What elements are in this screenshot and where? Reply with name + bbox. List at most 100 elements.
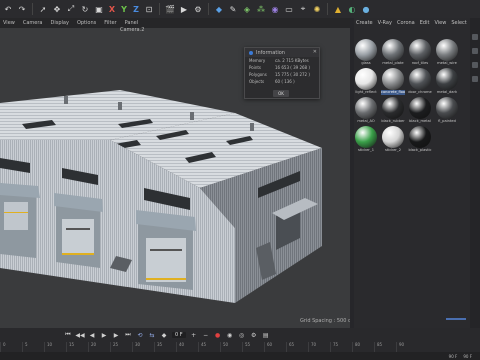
timeline-tick: 50 xyxy=(220,342,242,352)
viewport-menu-display[interactable]: Display xyxy=(51,20,69,26)
material-label: light_reflect xyxy=(355,90,377,94)
material-menu-item[interactable]: Corona xyxy=(397,20,415,26)
ok-button[interactable]: OK xyxy=(273,90,289,97)
timeline-tick: 40 xyxy=(176,342,198,352)
material-swatch[interactable]: roof_tiles xyxy=(408,39,432,66)
tag-icon[interactable]: ◐ xyxy=(346,3,358,15)
scale-icon[interactable]: ⤢ xyxy=(65,3,77,15)
pen-icon[interactable]: ✎ xyxy=(227,3,239,15)
material-swatch[interactable]: metal_dark xyxy=(435,68,459,95)
render-icon[interactable]: ▶ xyxy=(178,3,190,15)
coordinate-system-icon[interactable]: ⊡ xyxy=(143,3,155,15)
sphere-icon[interactable]: ● xyxy=(360,3,372,15)
timeline-panel: ⏮ ◀◀ ◀ ▶ ▶ ⏭ ⟲ ⇆ ◆ 0 F + − ● ◉ ◎ ⚙ ▤ 051… xyxy=(0,328,480,352)
material-label: roof_tiles xyxy=(411,61,429,65)
y-axis-toggle[interactable]: Y xyxy=(119,3,129,15)
material-swatch[interactable]: black_metal xyxy=(408,97,432,124)
viewport-menu: View Camera Display Options Filter Panel xyxy=(0,18,350,28)
render-view-icon[interactable]: 🎬 xyxy=(164,3,176,15)
material-swatch[interactable]: metal_AO xyxy=(354,97,378,124)
material-swatch[interactable]: sticker_2 xyxy=(381,126,405,153)
material-menu-item[interactable]: Select xyxy=(451,20,466,26)
keyframe-selection-icon[interactable]: ◎ xyxy=(238,331,246,339)
previous-frame-icon[interactable]: ◀ xyxy=(88,331,96,339)
viewport-menu-options[interactable]: Options xyxy=(77,20,96,26)
material-swatch[interactable]: door_chrome xyxy=(408,68,432,95)
layers-tab-icon[interactable] xyxy=(472,48,478,54)
next-frame-icon[interactable]: ▶ xyxy=(112,331,120,339)
undo-icon[interactable]: ↶ xyxy=(2,3,14,15)
thumbnail-size-slider[interactable] xyxy=(446,318,466,320)
redo-icon[interactable]: ↷ xyxy=(16,3,28,15)
move-icon[interactable]: ✥ xyxy=(51,3,63,15)
go-to-start-icon[interactable]: ⏮ xyxy=(64,331,72,339)
cinema4d-logo-icon xyxy=(249,50,253,55)
timeline-tick: 75 xyxy=(330,342,352,352)
material-menu-item[interactable]: View xyxy=(434,20,446,26)
current-frame-field[interactable]: 0 F xyxy=(172,332,186,338)
end-frame-field[interactable]: 90 F xyxy=(449,354,458,359)
info-value: 16 653 ( 39 268 ) xyxy=(275,65,310,70)
timeline-tick: 85 xyxy=(374,342,396,352)
info-key: Objects xyxy=(249,79,265,84)
timeline-view-icon[interactable]: ▤ xyxy=(262,331,270,339)
select-icon[interactable]: ➚ xyxy=(37,3,49,15)
timeline-ruler[interactable]: 0 5 10 15 20 25 30 35 40 45 50 55 60 65 70 75 80 85 90 xyxy=(0,342,480,352)
status-bar: 90 F 90 F xyxy=(0,352,480,360)
warning-icon[interactable]: ▲ xyxy=(332,3,344,15)
viewport-menu-panel[interactable]: Panel xyxy=(125,20,139,26)
material-manager: Create V-Ray Corona Edit View Select gla… xyxy=(354,18,470,328)
settings-icon[interactable]: ⚙ xyxy=(250,331,258,339)
material-swatch[interactable]: black_rubber xyxy=(381,97,405,124)
material-swatch[interactable]: glass xyxy=(354,39,378,66)
light-icon[interactable]: ✺ xyxy=(311,3,323,15)
viewport-menu-filter[interactable]: Filter xyxy=(104,20,116,26)
structure-tab-icon[interactable] xyxy=(472,62,478,68)
camera-icon[interactable]: ⌖ xyxy=(297,3,309,15)
material-preview-sphere xyxy=(409,97,431,119)
deformer-icon[interactable]: ◉ xyxy=(269,3,281,15)
floor-icon[interactable]: ▭ xyxy=(283,3,295,15)
material-swatch[interactable]: fl_painted xyxy=(435,97,459,124)
browser-tab-icon[interactable] xyxy=(472,76,478,82)
material-swatch[interactable]: sticker_1 xyxy=(354,126,378,153)
material-label: metal_wire xyxy=(437,61,457,65)
material-preview-sphere xyxy=(436,68,458,90)
remove-icon[interactable]: − xyxy=(202,331,210,339)
rotate-icon[interactable]: ↻ xyxy=(79,3,91,15)
keyframe-icon[interactable]: ◆ xyxy=(160,331,168,339)
material-swatch[interactable]: metal_wire xyxy=(435,39,459,66)
autokey-icon[interactable]: ◉ xyxy=(226,331,234,339)
viewport-menu-camera[interactable]: Camera xyxy=(23,20,43,26)
go-to-end-icon[interactable]: ⏭ xyxy=(124,331,132,339)
cube-icon[interactable]: ◆ xyxy=(213,3,225,15)
material-swatch[interactable]: concrete_floor xyxy=(381,68,405,95)
record-icon[interactable]: ● xyxy=(214,331,222,339)
info-key: Points xyxy=(249,65,262,70)
previous-key-icon[interactable]: ◀◀ xyxy=(75,331,84,339)
subdivide-icon[interactable]: ◈ xyxy=(241,3,253,15)
material-menu-item[interactable]: V-Ray xyxy=(378,20,392,26)
grid-spacing-label: Grid Spacing : 500 cm xyxy=(300,318,356,324)
material-menu-item[interactable]: Create xyxy=(356,20,373,26)
viewport-menu-view[interactable]: View xyxy=(3,20,15,26)
render-settings-icon[interactable]: ⚙ xyxy=(192,3,204,15)
max-frame-field[interactable]: 90 F xyxy=(463,354,472,359)
z-axis-toggle[interactable]: Z xyxy=(131,3,141,15)
material-swatch[interactable]: black_plastic xyxy=(408,126,432,153)
material-swatch[interactable]: light_reflect xyxy=(354,68,378,95)
range-icon[interactable]: ⇆ xyxy=(148,331,156,339)
loop-icon[interactable]: ⟲ xyxy=(136,331,144,339)
material-swatch[interactable]: metal_plate xyxy=(381,39,405,66)
material-menu-item[interactable]: Edit xyxy=(420,20,430,26)
x-axis-toggle[interactable]: X xyxy=(107,3,117,15)
timeline-tick: 30 xyxy=(132,342,154,352)
object-icon[interactable]: ▣ xyxy=(93,3,105,15)
cloner-icon[interactable]: ⁂ xyxy=(255,3,267,15)
play-icon[interactable]: ▶ xyxy=(100,331,108,339)
close-icon[interactable]: ✕ xyxy=(313,49,317,55)
dialog-titlebar[interactable]: Information xyxy=(245,48,319,57)
information-dialog: Information ✕ Memory ca. 2 715 KBytes Po… xyxy=(244,47,320,99)
add-icon[interactable]: + xyxy=(190,331,198,339)
attributes-tab-icon[interactable] xyxy=(472,34,478,40)
